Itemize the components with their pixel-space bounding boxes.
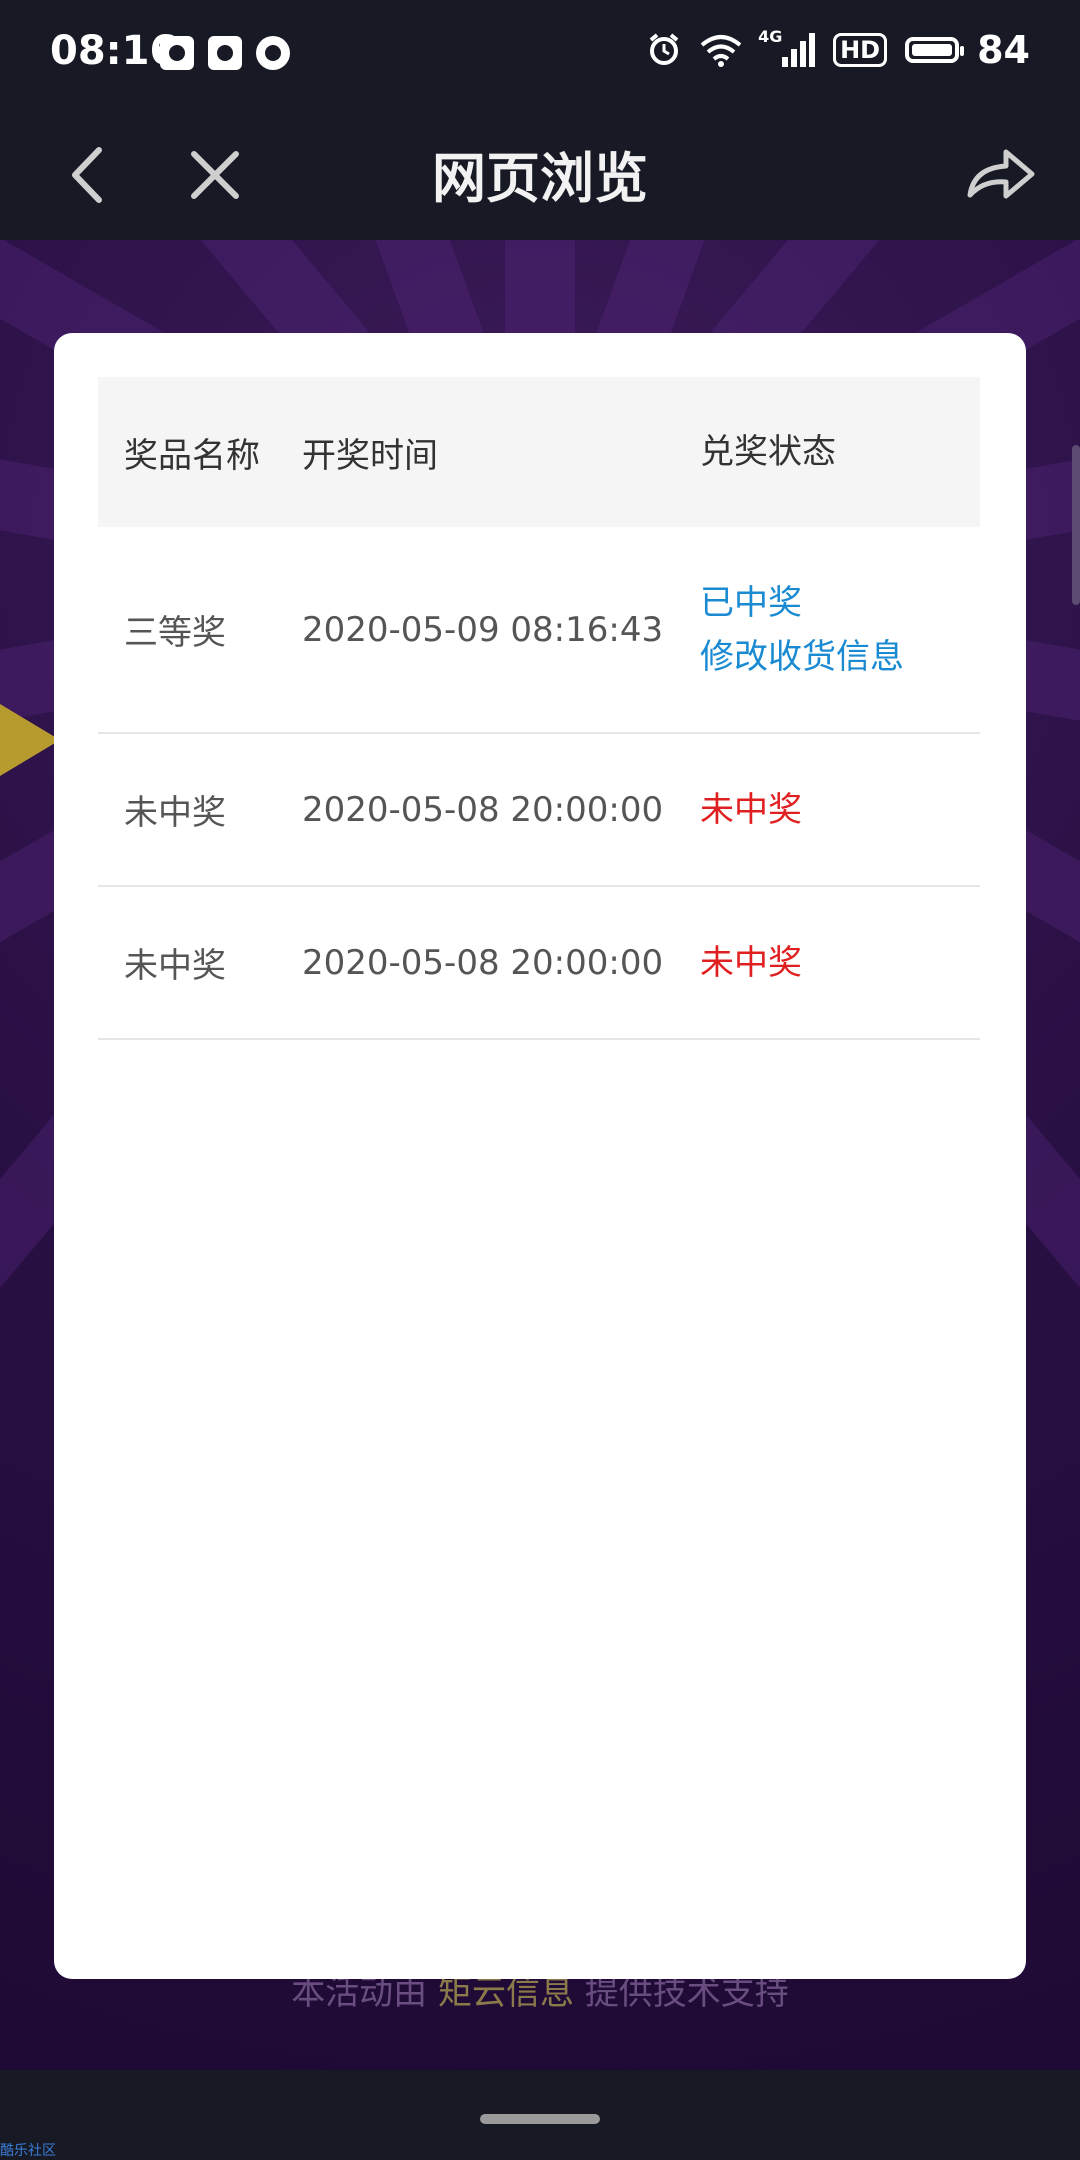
- hd-voice-icon: HD: [833, 33, 888, 67]
- edit-shipping-info-link[interactable]: 修改收货信息: [700, 630, 980, 684]
- share-icon[interactable]: [960, 140, 1040, 210]
- prize-table: 奖品名称 开奖时间 兑奖状态 三等奖 2020-05-09 08:16:43 已…: [98, 377, 980, 1040]
- table-row: 未中奖 2020-05-08 20:00:00 未中奖: [98, 887, 980, 1040]
- system-navigation-bar: 酷乐社区: [0, 2070, 1080, 2160]
- header-redeem-status: 兑奖状态: [700, 432, 836, 472]
- title-bar: 网页浏览: [0, 110, 1080, 240]
- status-bar: 08:16 4G HD 84: [0, 0, 1080, 110]
- header-draw-time: 开奖时间: [302, 435, 438, 476]
- draw-time-cell: 2020-05-08 20:00:00: [302, 789, 664, 830]
- status-lost-label: 未中奖: [700, 789, 802, 830]
- prize-name-cell: 未中奖: [124, 793, 226, 833]
- app-notification-icon: [256, 36, 290, 70]
- prize-name-cell: 三等奖: [124, 613, 226, 653]
- status-won-label: 已中奖: [700, 582, 802, 623]
- status-right-group: 4G HD 84: [646, 27, 1030, 72]
- prize-name-cell: 未中奖: [124, 946, 226, 986]
- prize-record-modal: 奖品名称 开奖时间 兑奖状态 三等奖 2020-05-09 08:16:43 已…: [54, 333, 1026, 1979]
- alarm-icon: [649, 33, 679, 65]
- home-indicator[interactable]: [480, 2114, 600, 2124]
- footer-brand: 矩云信息: [438, 1973, 574, 2013]
- cellular-signal-icon: 4G: [758, 27, 816, 67]
- status-cell: 未中奖: [700, 783, 980, 837]
- status-cell: 已中奖 修改收货信息: [700, 576, 980, 684]
- qq-icon: [160, 36, 194, 70]
- footer-prefix: 本活动由: [291, 1973, 428, 2013]
- draw-time-cell: 2020-05-08 20:00:00: [302, 942, 664, 983]
- status-lost-label: 未中奖: [700, 942, 802, 983]
- table-header: 奖品名称 开奖时间 兑奖状态: [98, 377, 980, 527]
- footer-suffix: 提供技术支持: [584, 1973, 789, 2013]
- screen: 08:16 4G HD 84 网页浏览 本活动由 矩云信息 提供技术支持 奖品名…: [0, 0, 1080, 2160]
- page-scrollbar[interactable]: [1072, 445, 1080, 605]
- header-prize-name: 奖品名称: [124, 435, 260, 476]
- network-type-label: 4G: [758, 27, 783, 46]
- notification-icons: [160, 36, 290, 70]
- battery-level: 84: [977, 28, 1030, 72]
- image-icon: [208, 36, 242, 70]
- draw-time-cell: 2020-05-09 08:16:43: [302, 609, 664, 650]
- status-cell: 未中奖: [700, 936, 980, 990]
- battery-icon: [905, 37, 965, 63]
- status-time: 08:16: [50, 28, 178, 74]
- table-row: 未中奖 2020-05-08 20:00:00 未中奖: [98, 734, 980, 887]
- table-row: 三等奖 2020-05-09 08:16:43 已中奖 修改收货信息: [98, 527, 980, 734]
- wifi-icon: [700, 35, 742, 67]
- watermark: 酷乐社区: [0, 2143, 56, 2159]
- page-title: 网页浏览: [432, 147, 648, 210]
